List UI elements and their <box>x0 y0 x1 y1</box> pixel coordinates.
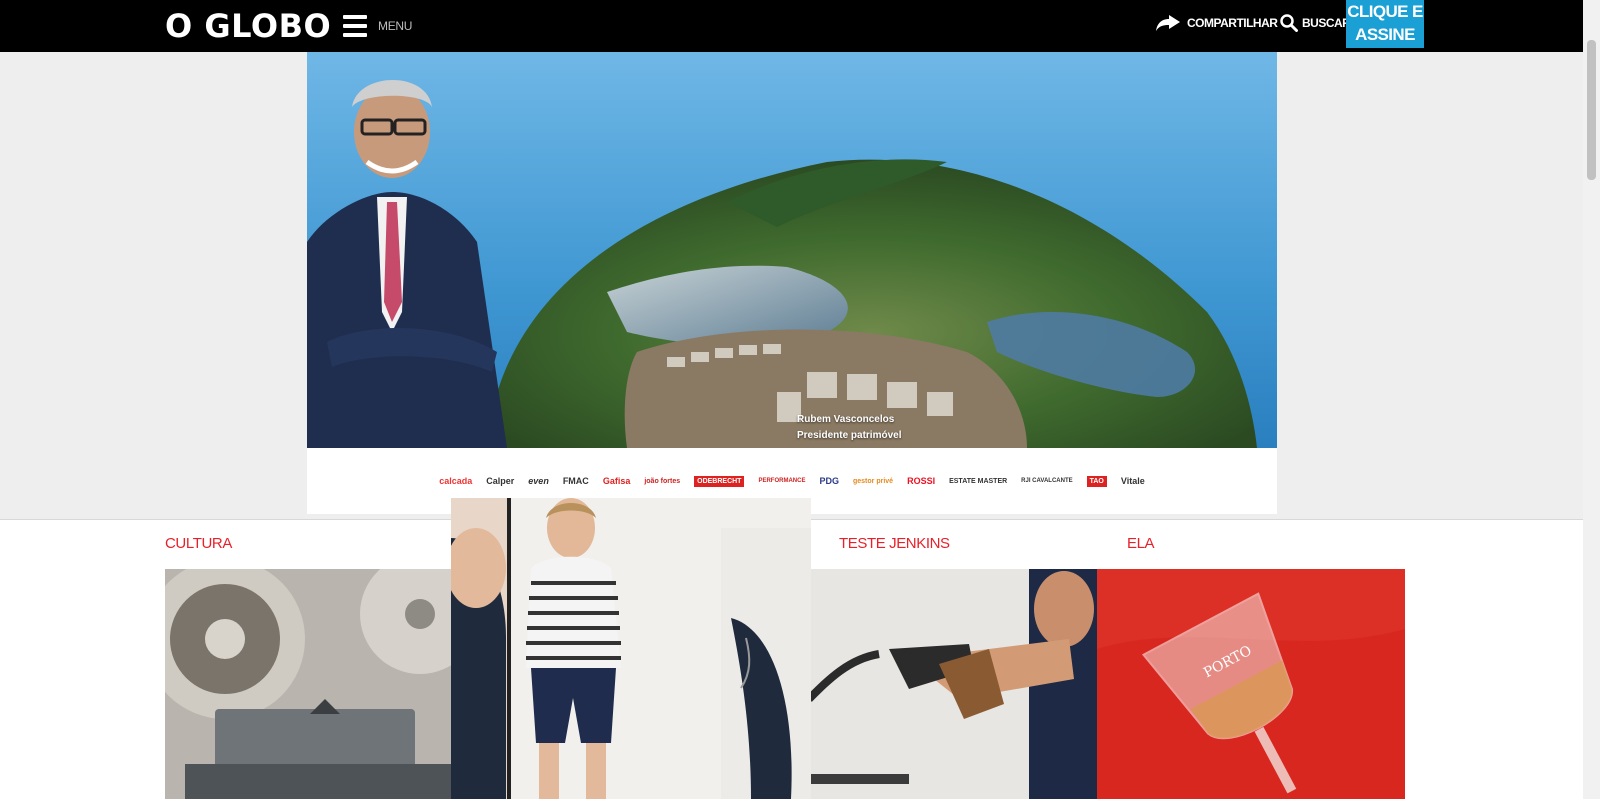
brand-logo: ODEBRECHT <box>694 475 745 487</box>
advertisement-banner[interactable]: Rubem Vasconcelos Presidente patrimóvel <box>307 52 1277 448</box>
brand-logo: ESTATE MASTER <box>949 477 1008 485</box>
section-title-ela[interactable]: ELA <box>1127 535 1155 552</box>
advertisement-area: Rubem Vasconcelos Presidente patrimóvel … <box>0 52 1583 520</box>
brand-logo: RJI CAVALCANTE <box>1021 478 1073 484</box>
scrollbar-thumb[interactable] <box>1587 40 1596 180</box>
teste-jenkins-news-image[interactable] <box>789 569 1097 799</box>
brand-logo: ROSSI <box>907 476 936 486</box>
brand-logo: PDG <box>819 476 839 486</box>
o-globo-logo[interactable]: O GLOBO <box>165 7 331 45</box>
ad-caption: Rubem Vasconcelos Presidente patrimóvel <box>797 412 901 444</box>
little-planet-landscape-image <box>307 79 1257 448</box>
search-label: BUSCAR <box>1302 16 1351 30</box>
fashion-overlay-ad[interactable] <box>451 498 811 799</box>
ela-news-image[interactable]: PORTO <box>1097 569 1405 799</box>
ad-caption-role: Presidente patrimóvel <box>797 430 902 441</box>
subscribe-button[interactable]: CLIQUE E ASSINE <box>1346 0 1424 48</box>
brand-logo: Vitale <box>1120 476 1145 486</box>
brand-logo: TAO <box>1086 475 1107 487</box>
section-title-cultura[interactable]: CULTURA <box>165 535 232 552</box>
hamburger-menu-icon[interactable] <box>343 15 367 37</box>
brand-logo: joão fortes <box>644 477 681 485</box>
section-title-teste-jenkins[interactable]: TESTE JENKINS <box>839 535 950 552</box>
brand-logo: Calper <box>486 476 515 486</box>
subscribe-line1: CLIQUE E <box>1347 2 1423 21</box>
menu-label[interactable]: MENU <box>378 19 412 33</box>
search-icon <box>1280 14 1298 32</box>
man-portrait <box>307 79 507 448</box>
vertical-scrollbar[interactable] <box>1583 0 1600 799</box>
share-button[interactable]: COMPARTILHAR <box>1155 14 1278 32</box>
brand-logo: gestor privé <box>853 477 894 485</box>
subscribe-line2: ASSINE <box>1346 23 1424 46</box>
share-arrow-icon <box>1156 15 1180 31</box>
share-label: COMPARTILHAR <box>1187 16 1278 30</box>
brand-logo: PERFORMANCE <box>758 478 806 484</box>
brand-logo: Gafisa <box>602 476 631 486</box>
search-button[interactable]: BUSCAR <box>1280 14 1351 32</box>
brand-logo: even <box>528 476 549 486</box>
ad-caption-name: Rubem Vasconcelos <box>797 414 895 425</box>
cultura-news-image[interactable] <box>165 569 473 799</box>
brand-logo: FMAC <box>562 476 589 486</box>
brand-logo: calcada <box>439 476 473 486</box>
top-navigation-bar: O GLOBO MENU COMPARTILHAR BUSCAR CLIQUE … <box>0 0 1583 52</box>
